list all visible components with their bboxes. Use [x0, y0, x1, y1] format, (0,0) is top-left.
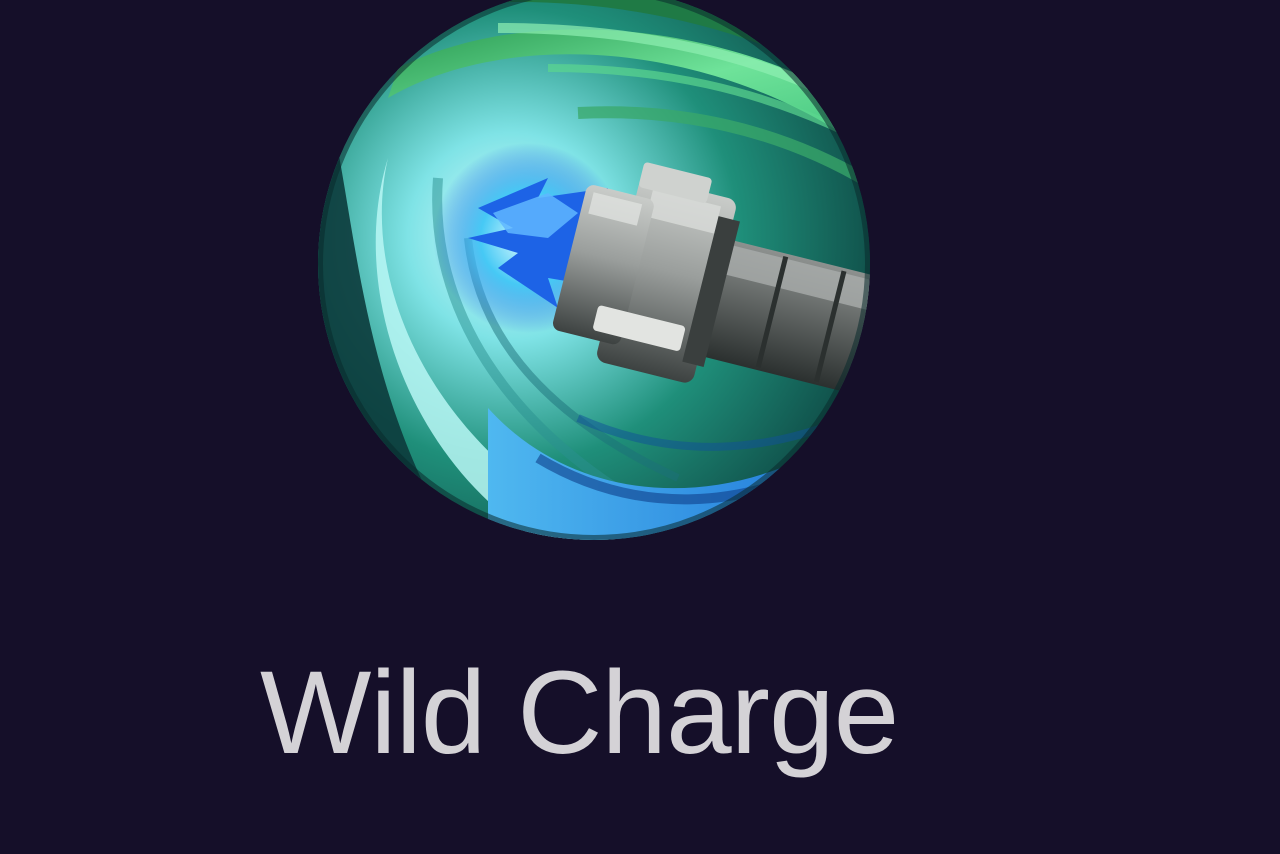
- wild-charge-skill-icon[interactable]: [318, 0, 870, 540]
- skill-name-label: Wild Charge: [260, 647, 899, 779]
- skill-panel: Wild Charge: [0, 0, 1280, 854]
- drill-charge-icon: [318, 0, 870, 540]
